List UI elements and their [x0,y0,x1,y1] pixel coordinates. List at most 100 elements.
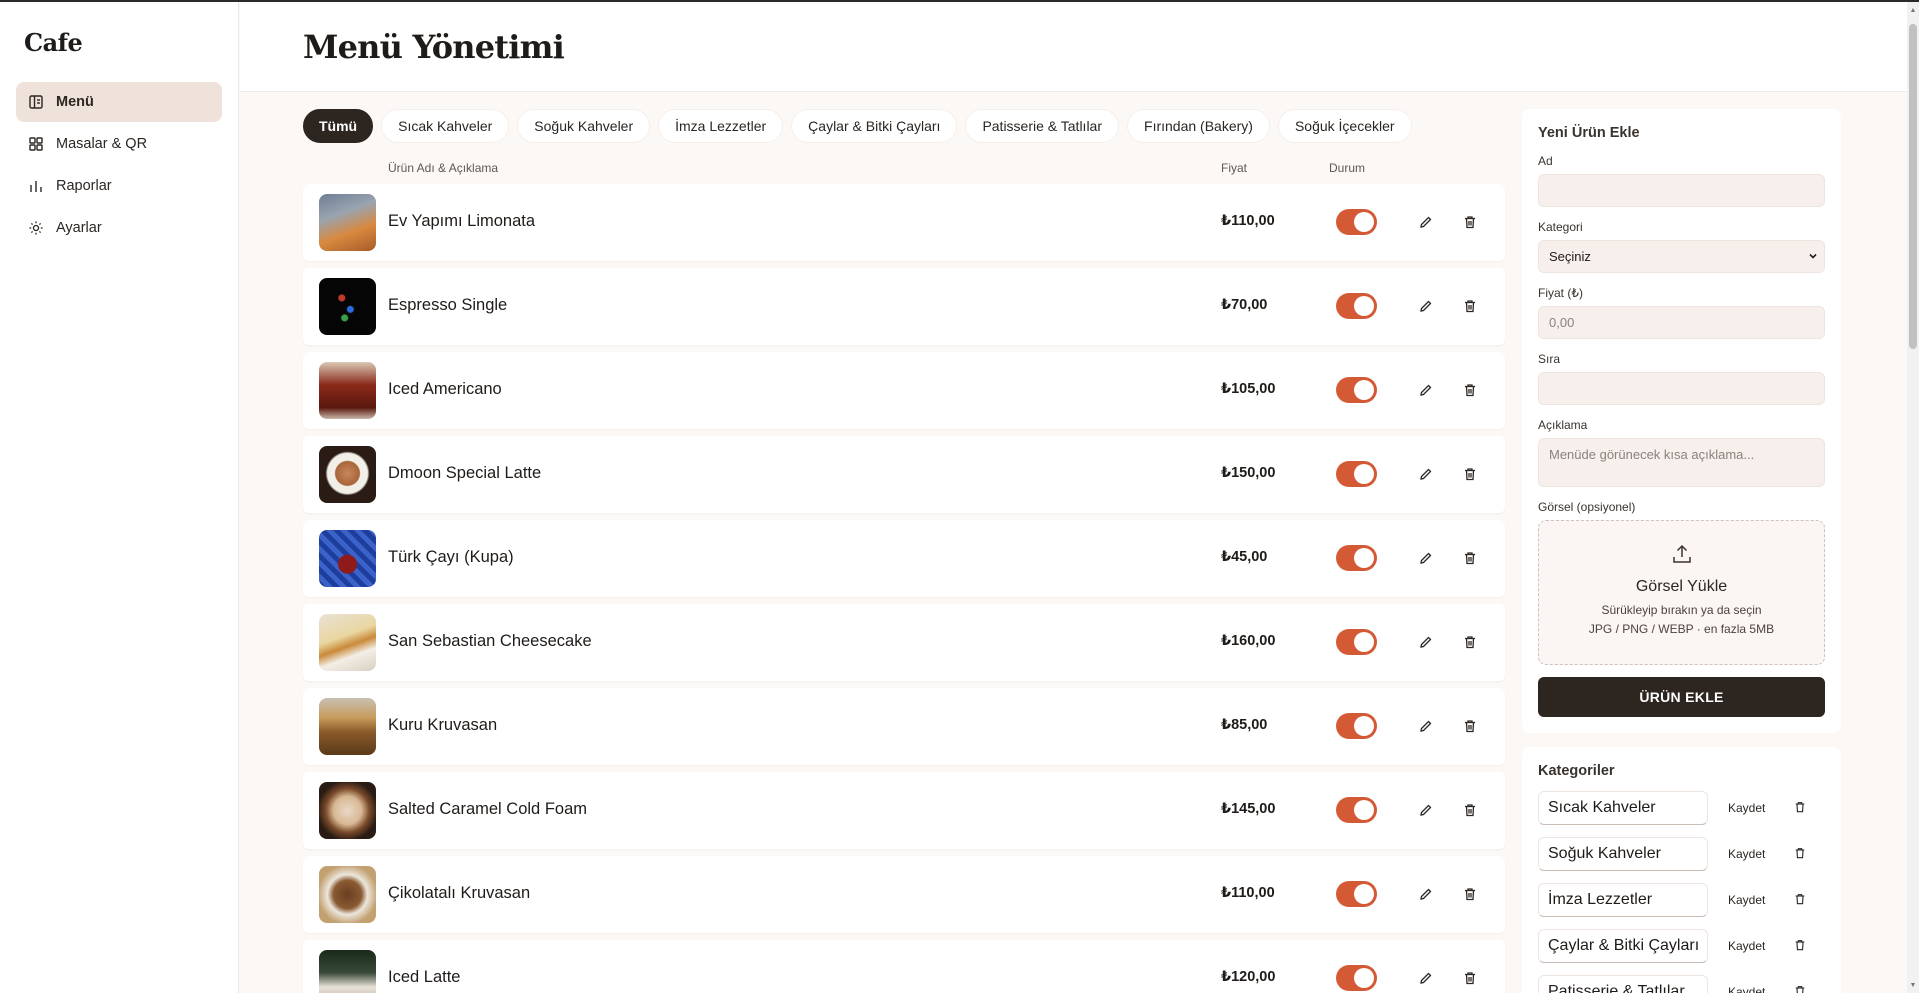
product-price: ₺160,00 [1221,633,1276,649]
status-toggle[interactable] [1336,293,1377,319]
edit-icon[interactable] [1417,717,1435,735]
trash-icon[interactable] [1461,465,1479,483]
edit-icon[interactable] [1417,885,1435,903]
category-save-button[interactable]: Kaydet [1728,801,1776,815]
table-row: Dmoon Special Latte ₺150,00 [303,436,1505,513]
tab-all[interactable]: Tümü [303,109,374,143]
edit-icon[interactable] [1417,633,1435,651]
edit-icon[interactable] [1417,213,1435,231]
image-upload-dropzone[interactable]: Görsel Yükle Sürükleyip bırakın ya da se… [1538,520,1825,665]
new-product-title: Yeni Ürün Ekle [1538,125,1640,141]
status-toggle[interactable] [1336,881,1377,907]
category-save-button[interactable]: Kaydet [1728,939,1776,953]
trash-icon[interactable] [1461,717,1479,735]
product-thumbnail [319,530,376,587]
sun-gear-icon [28,220,44,236]
grid-icon [28,136,44,152]
category-row: Soğuk Kahveler Kaydet [1538,837,1825,871]
categories-panel: Kategoriler Sıcak Kahveler Kaydet Soğuk … [1522,747,1841,993]
category-row: İmza Lezzetler Kaydet [1538,883,1825,917]
trash-icon[interactable] [1461,297,1479,315]
product-price: ₺150,00 [1221,465,1276,481]
trash-icon[interactable] [1461,969,1479,987]
tab-hot-coffees[interactable]: Sıcak Kahveler [381,109,510,143]
edit-icon[interactable] [1417,969,1435,987]
sidebar-item-label: Menü [56,94,94,110]
category-name-input[interactable]: Soğuk Kahveler [1538,837,1708,871]
category-name-input[interactable]: İmza Lezzetler [1538,883,1708,917]
scroll-down-arrow-icon[interactable]: ▼ [1909,981,1917,991]
column-header-price: Fiyat [1221,161,1248,175]
trash-icon[interactable] [1794,801,1808,815]
edit-icon[interactable] [1417,465,1435,483]
sidebar-item-label: Raporlar [56,178,112,194]
table-row: Kuru Kruvasan ₺85,00 [303,688,1505,765]
add-product-button[interactable]: ÜRÜN EKLE [1538,677,1825,717]
sidebar-item-reports[interactable]: Raporlar [16,166,222,206]
status-toggle[interactable] [1336,377,1377,403]
category-name-input[interactable]: Patisserie & Tatlılar [1538,975,1708,993]
trash-icon[interactable] [1794,939,1808,953]
status-toggle[interactable] [1336,629,1377,655]
edit-icon[interactable] [1417,801,1435,819]
tab-signature[interactable]: İmza Lezzetler [658,109,784,143]
price-input[interactable]: 0,00 [1538,306,1825,339]
category-row: Çaylar & Bitki Çayları Kaydet [1538,929,1825,963]
table-row: Iced Americano ₺105,00 [303,352,1505,429]
description-textarea[interactable]: Menüde görünecek kısa açıklama... [1538,438,1825,487]
edit-icon[interactable] [1417,549,1435,567]
sidebar-item-tables-qr[interactable]: Masalar & QR [16,124,222,164]
tab-cold-drinks[interactable]: Soğuk İçecekler [1277,109,1412,143]
tab-teas[interactable]: Çaylar & Bitki Çayları [791,109,958,143]
category-tabs: Tümü Sıcak Kahveler Soğuk Kahveler İmza … [303,109,1412,143]
status-toggle[interactable] [1336,461,1377,487]
category-name-input[interactable]: Sıcak Kahveler [1538,791,1708,825]
edit-icon[interactable] [1417,381,1435,399]
scrollbar-thumb[interactable] [1909,24,1917,349]
tab-bakery[interactable]: Fırından (Bakery) [1127,109,1270,143]
status-toggle[interactable] [1336,209,1377,235]
trash-icon[interactable] [1461,633,1479,651]
product-name: Iced Latte [388,968,461,986]
trash-icon[interactable] [1461,549,1479,567]
order-input[interactable] [1538,372,1825,405]
trash-icon[interactable] [1461,885,1479,903]
sidebar-item-label: Masalar & QR [56,136,148,152]
trash-icon[interactable] [1461,213,1479,231]
sidebar-item-settings[interactable]: Ayarlar [16,208,222,248]
category-save-button[interactable]: Kaydet [1728,847,1776,861]
product-thumbnail [319,194,376,251]
tab-patisserie[interactable]: Patisserie & Tatlılar [965,109,1120,143]
trash-icon[interactable] [1794,847,1808,861]
table-row: Ev Yapımı Limonata ₺110,00 [303,184,1505,261]
scroll-up-arrow-icon[interactable]: ▲ [1909,6,1917,16]
sidebar-item-menu[interactable]: Menü [16,82,222,122]
name-input[interactable] [1538,174,1825,207]
table-row: Iced Latte ₺120,00 [303,940,1505,993]
status-toggle[interactable] [1336,545,1377,571]
product-price: ₺110,00 [1221,885,1275,901]
trash-icon[interactable] [1794,985,1808,993]
product-name: San Sebastian Cheesecake [388,632,592,650]
trash-icon[interactable] [1461,381,1479,399]
status-toggle[interactable] [1336,797,1377,823]
categories-title: Kategoriler [1538,763,1615,779]
category-save-button[interactable]: Kaydet [1728,985,1776,993]
edit-icon[interactable] [1417,297,1435,315]
category-label: Kategori [1538,220,1583,234]
product-thumbnail [319,866,376,923]
status-toggle[interactable] [1336,965,1377,991]
trash-icon[interactable] [1461,801,1479,819]
category-select[interactable]: Seçiniz [1538,240,1825,273]
description-label: Açıklama [1538,418,1588,432]
price-label: Fiyat (₺) [1538,286,1583,300]
page-scrollbar[interactable]: ▲ ▼ [1907,2,1919,993]
category-name-input[interactable]: Çaylar & Bitki Çayları [1538,929,1708,963]
table-row: Çikolatalı Kruvasan ₺110,00 [303,856,1505,933]
trash-icon[interactable] [1794,893,1808,907]
upload-icon [1671,544,1693,569]
category-save-button[interactable]: Kaydet [1728,893,1776,907]
status-toggle[interactable] [1336,713,1377,739]
tab-cold-coffees[interactable]: Soğuk Kahveler [517,109,651,143]
product-name: Salted Caramel Cold Foam [388,800,587,818]
